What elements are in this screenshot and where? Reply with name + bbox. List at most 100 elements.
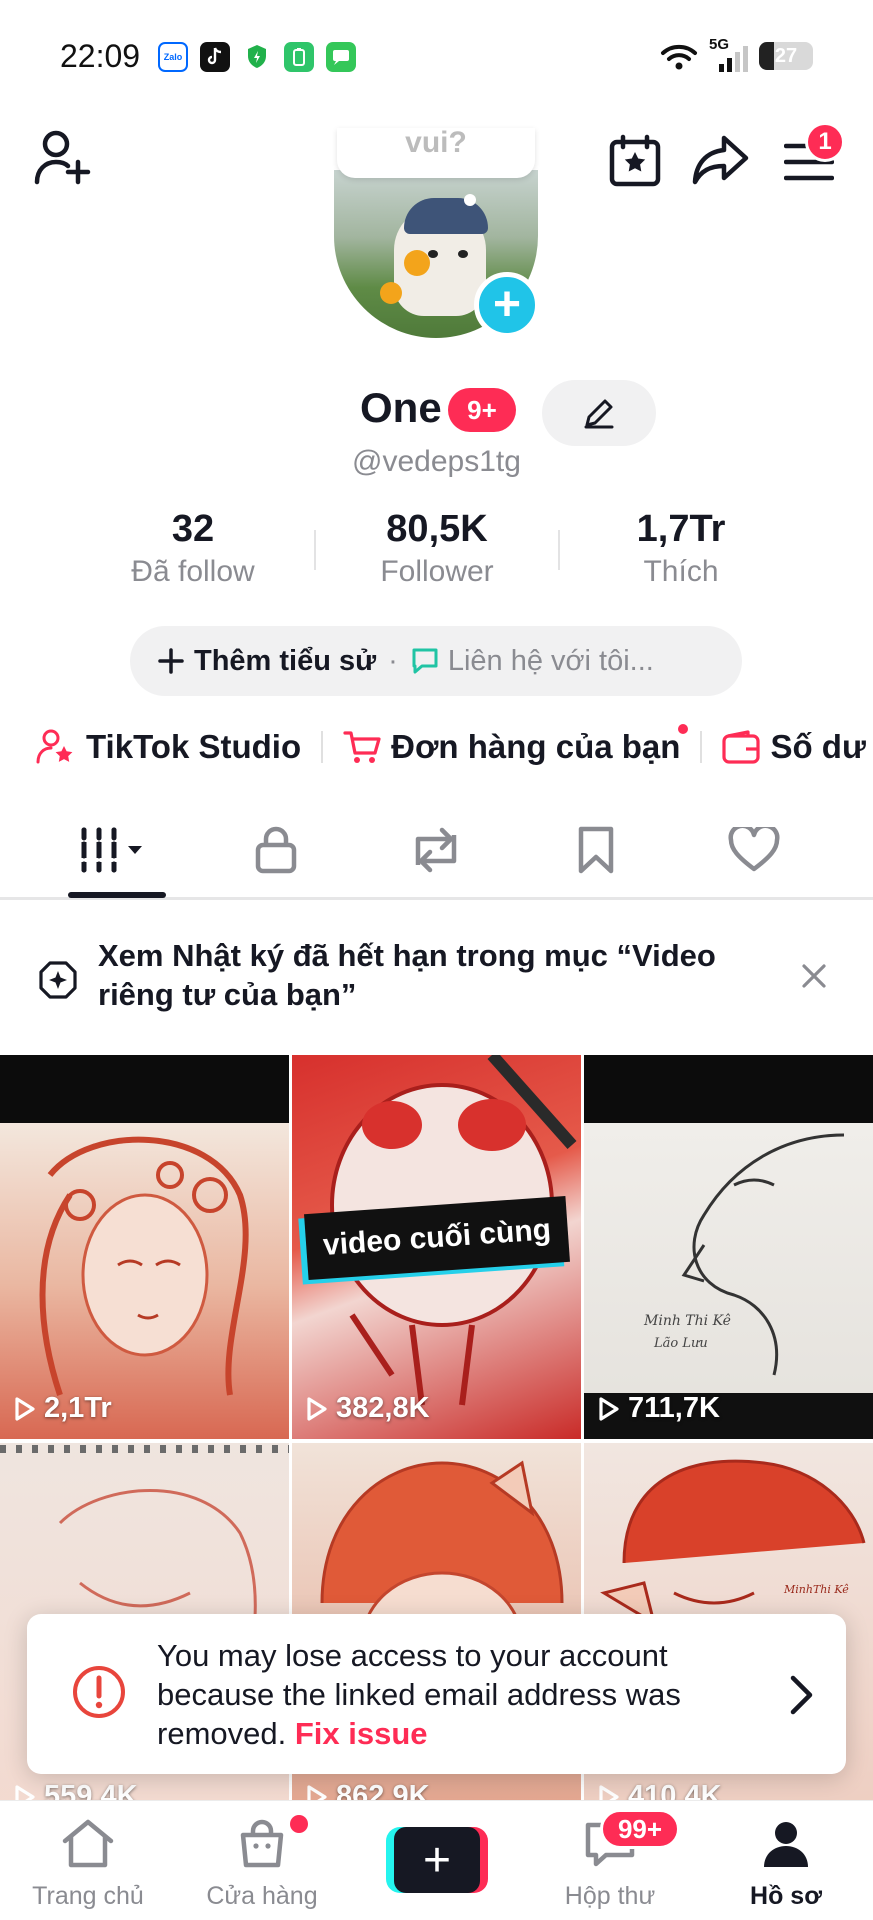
sparkle-box-icon (39, 961, 77, 999)
nav-label: Trang chủ (32, 1882, 144, 1910)
tab-liked[interactable] (694, 820, 814, 880)
play-icon (599, 1784, 619, 1800)
shortcuts-row: TikTok Studio Đơn hàng của bạn Số dư (36, 722, 866, 772)
video-thumbnail[interactable]: Minh Thi Kê Lão Lưu 711,7K (584, 1055, 873, 1439)
stat-following[interactable]: 32 Đã follow (93, 508, 293, 589)
bookmark-icon (578, 826, 614, 874)
orders-link[interactable]: Đơn hàng của bạn (343, 724, 689, 766)
shortcut-label: Số dư (770, 728, 866, 765)
repost-icon (415, 827, 457, 873)
video-thumbnail[interactable]: video cuối cùng 382,8K (292, 1055, 581, 1439)
status-indicators: 5G 27 (659, 36, 813, 72)
nav-label: Cửa hàng (206, 1882, 318, 1910)
toast-message-block: You may lose access to your account beca… (157, 1636, 757, 1753)
plus-icon: + (394, 1827, 480, 1893)
notice-text: Xem Nhật ký đã hết hạn trong mục “Video … (98, 938, 716, 1012)
shopping-bag-icon (240, 1819, 284, 1868)
edit-profile-button[interactable] (542, 380, 656, 446)
tab-videos[interactable] (56, 820, 176, 880)
contact-button[interactable]: Liên hệ với tôi... (448, 645, 654, 678)
stat-label: Follower (380, 555, 494, 588)
drawing-profile-face: Minh Thi Kê Lão Lưu (643, 1133, 845, 1376)
plus-icon (158, 648, 184, 674)
play-icon (307, 1784, 327, 1800)
add-story-button[interactable]: + (474, 272, 540, 338)
stat-label: Thích (643, 555, 719, 588)
expired-stories-notice[interactable]: Xem Nhật ký đã hết hạn trong mục “Video … (0, 930, 873, 1040)
create-button[interactable]: + (386, 1827, 488, 1893)
nav-shop[interactable]: Cửa hàng (182, 1819, 342, 1911)
stat-value: 1,7Tr (636, 508, 726, 550)
tab-reposts[interactable] (376, 820, 496, 880)
stat-likes[interactable]: 1,7Tr Thích (581, 508, 781, 589)
view-count-label: 559,4K (44, 1780, 138, 1800)
tab-favorites[interactable] (536, 820, 656, 880)
close-icon[interactable] (801, 963, 827, 989)
svg-text:Lão Lưu: Lão Lưu (653, 1336, 708, 1351)
shortcut-label: TikTok Studio (86, 728, 302, 765)
shop-notification-dot (290, 1815, 308, 1833)
wallet-icon (722, 730, 761, 764)
shortcut-divider (700, 731, 703, 763)
cart-icon (343, 731, 381, 763)
warning-icon (73, 1666, 125, 1718)
battery-level: 27 (774, 44, 798, 67)
stat-followers[interactable]: 80,5K Follower (337, 508, 537, 589)
balance-link[interactable]: Số dư (722, 728, 866, 766)
messages-icon (326, 42, 356, 72)
orders-notification-dot (678, 724, 689, 734)
active-tab-indicator (68, 892, 166, 898)
stat-label: Đã follow (131, 555, 255, 588)
shortcut-divider (321, 731, 324, 763)
svg-text:MinhThi Kê: MinhThi Kê (783, 1583, 849, 1596)
nav-profile[interactable]: Hồ sơ (706, 1819, 866, 1911)
nav-label: Hộp thư (564, 1882, 656, 1910)
play-icon (599, 1396, 619, 1421)
calendar-star-icon[interactable] (608, 134, 662, 193)
view-count-label: 711,7K (628, 1392, 720, 1424)
zalo-icon: Zalo (158, 42, 188, 72)
bottom-nav: Trang chủ Cửa hàng + Hộp thư 99+ Hồ sơ (0, 1800, 873, 1920)
view-count: 382,8K (306, 1392, 430, 1425)
chevron-right-icon[interactable] (789, 1674, 815, 1716)
inbox-badge: 99+ (600, 1809, 680, 1849)
tiktok-icon (200, 42, 230, 72)
status-app-icons: Zalo (158, 42, 356, 72)
fix-issue-link[interactable]: Fix issue (295, 1716, 428, 1751)
note-bubble[interactable]: vui? (337, 128, 535, 178)
nav-label: Hồ sơ (750, 1882, 822, 1910)
profile-handle: @vedeps1tg (352, 445, 521, 478)
view-count-label: 382,8K (336, 1392, 430, 1424)
play-icon (307, 1396, 327, 1421)
creator-star-icon (36, 729, 73, 764)
play-icon (15, 1784, 35, 1800)
bubble-dot (464, 194, 476, 206)
name-badge[interactable]: 9+ (448, 388, 516, 432)
drawing-girl-flowers (39, 1136, 249, 1396)
stat-value: 80,5K (386, 508, 488, 550)
battery-indicator: 27 (759, 42, 813, 70)
grid-dropdown-icon (79, 827, 142, 873)
profile-name: One (360, 384, 442, 431)
view-count: 559,4K (14, 1780, 138, 1800)
tiktok-studio-link[interactable]: TikTok Studio (36, 728, 301, 766)
name-row: One 9+ (0, 380, 873, 446)
stat-divider (314, 530, 316, 570)
signal-indicator: 5G (709, 36, 749, 72)
nav-home[interactable]: Trang chủ (8, 1819, 168, 1911)
add-friend-icon[interactable] (34, 130, 92, 191)
bio-actions: Thêm tiểu sử · Liên hệ với tôi... (130, 626, 742, 696)
add-bio-button[interactable]: Thêm tiểu sử (194, 645, 376, 678)
share-icon[interactable] (692, 134, 750, 191)
menu-badge: 1 (805, 122, 845, 162)
video-thumbnail[interactable]: 2,1Tr (0, 1055, 289, 1439)
view-count-label: 862,9K (336, 1780, 430, 1800)
tab-private[interactable] (216, 820, 336, 880)
pencil-icon (584, 399, 614, 429)
account-warning-toast[interactable]: You may lose access to your account beca… (27, 1614, 846, 1774)
profile-icon (764, 1822, 808, 1867)
content-tabs (0, 800, 873, 900)
shield-icon (242, 42, 272, 72)
view-count-label: 410,4K (628, 1780, 722, 1800)
chat-bubble-icon (412, 648, 438, 674)
